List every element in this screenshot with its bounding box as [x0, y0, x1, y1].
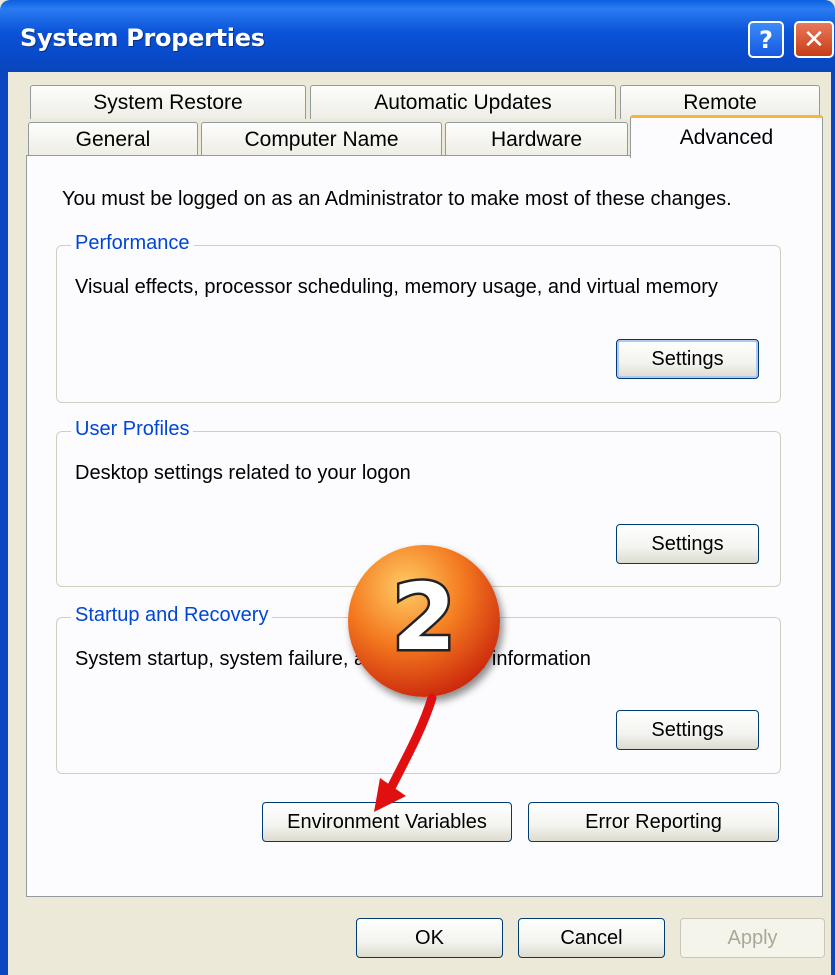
tab-computer-name[interactable]: Computer Name [201, 122, 442, 156]
ok-button[interactable]: OK [356, 918, 503, 958]
performance-settings-button[interactable]: Settings [616, 339, 759, 379]
step-number: 2 [389, 564, 458, 671]
performance-group-title: Performance [71, 232, 194, 255]
tab-system-restore[interactable]: System Restore [30, 85, 306, 119]
cancel-button[interactable]: Cancel [518, 918, 665, 958]
close-icon: ✕ [803, 24, 825, 55]
step-number-badge: 2 [348, 545, 500, 697]
user-profiles-group-title: User Profiles [71, 418, 194, 441]
window-frame-right [831, 72, 835, 975]
help-icon: ? [759, 25, 773, 54]
admin-note: You must be logged on as an Administrato… [62, 188, 732, 210]
startup-recovery-settings-button[interactable]: Settings [616, 710, 759, 750]
close-button[interactable]: ✕ [794, 21, 834, 58]
startup-recovery-group-title: Startup and Recovery [71, 604, 273, 627]
startup-recovery-description: System startup, system failure, and debu… [75, 648, 591, 670]
performance-group: Performance Visual effects, processor sc… [56, 232, 781, 403]
user-profiles-settings-button[interactable]: Settings [616, 524, 759, 564]
performance-description: Visual effects, processor scheduling, me… [75, 276, 718, 298]
apply-button: Apply [680, 918, 825, 958]
window-title: System Properties [20, 24, 265, 52]
tab-advanced[interactable]: Advanced [630, 115, 823, 158]
tab-hardware[interactable]: Hardware [445, 122, 628, 156]
system-properties-window: System Properties ? ✕ System Restore Aut… [0, 0, 835, 975]
tab-automatic-updates[interactable]: Automatic Updates [310, 85, 616, 119]
tab-remote[interactable]: Remote [620, 85, 820, 119]
user-profiles-description: Desktop settings related to your logon [75, 462, 411, 484]
help-button[interactable]: ? [748, 21, 784, 58]
error-reporting-button[interactable]: Error Reporting [528, 802, 779, 842]
title-bar[interactable]: System Properties ? ✕ [0, 0, 835, 72]
tab-general[interactable]: General [28, 122, 198, 156]
red-arrow-icon [374, 693, 437, 812]
window-frame-left [0, 72, 8, 975]
